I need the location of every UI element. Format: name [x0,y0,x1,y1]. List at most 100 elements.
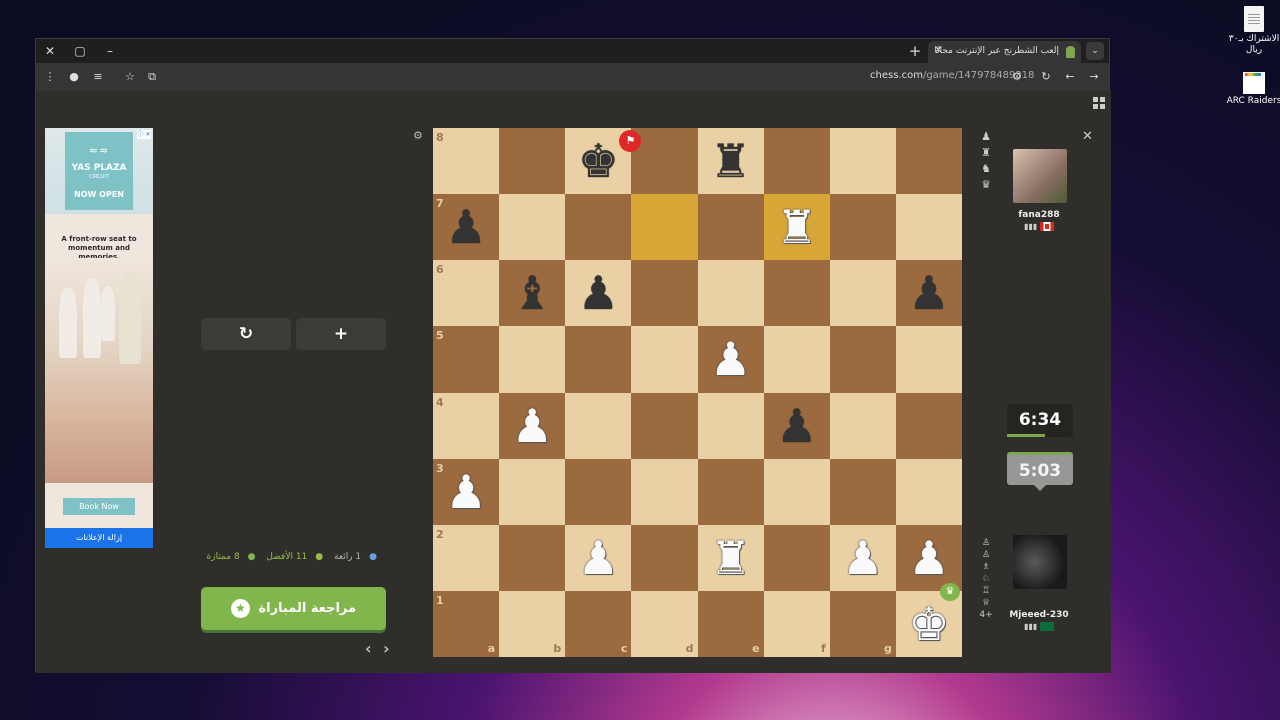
square-b1[interactable]: b [499,590,566,657]
square-d5[interactable] [631,326,698,393]
chess-board[interactable]: 8 ♚ ⚑ ♜ 7 ♟ ♜ 6 ♝ ♟ ♟ 5 ♟ 4 ♟ ♟ 3 ♟ 2 ♟ ♜ ♟ ♟ 1 a b c d e f g ♚ ♛ [433,128,962,657]
square-e2[interactable]: ♜ [697,524,764,591]
white-pawn-icon[interactable]: ♟ [512,403,553,449]
square-f8[interactable] [763,128,830,195]
square-d4[interactable] [631,392,698,459]
square-f6[interactable] [763,260,830,327]
square-e4[interactable] [697,392,764,459]
bottom-player-avatar[interactable] [1013,535,1067,589]
square-b8[interactable] [499,128,566,195]
square-g2[interactable]: ♟ [829,524,896,591]
square-a2[interactable]: 2 [433,524,500,591]
menu-dots-icon[interactable]: ⋮ [42,69,58,85]
desktop-icon-arc-raiders[interactable]: ARC Raiders [1224,72,1280,107]
square-e1[interactable]: e [697,590,764,657]
square-b4[interactable]: ♟ [499,392,566,459]
white-pawn-icon[interactable]: ♟ [842,535,883,581]
square-h8[interactable] [895,128,962,195]
white-pawn-icon[interactable]: ♟ [445,469,486,515]
black-bishop-icon[interactable]: ♝ [512,270,553,316]
square-b2[interactable] [499,524,566,591]
game-review-button[interactable]: مراجعة المباراة ★ [201,587,386,630]
square-f2[interactable] [763,524,830,591]
square-c6[interactable]: ♟ [565,260,632,327]
board-settings-gear-icon[interactable]: ⚙ [413,129,423,142]
square-d7[interactable] [631,194,698,261]
black-pawn-icon[interactable]: ♟ [578,270,619,316]
square-e5[interactable]: ♟ [697,326,764,393]
browser-tab[interactable]: ✕ إلعب الشطرنج عبر الإنترنت مجانًا [928,41,1081,63]
square-g1[interactable]: g [829,590,896,657]
black-pawn-icon[interactable]: ♟ [908,270,949,316]
top-player-name[interactable]: fana288 [1004,210,1074,220]
next-arrow-icon[interactable]: › [383,639,390,658]
desktop-icon-subscription[interactable]: الاشتراك بـ٣٠ ريال [1224,6,1280,56]
reading-list-icon[interactable]: ≡ [90,69,106,85]
square-e7[interactable] [697,194,764,261]
square-c4[interactable] [565,392,632,459]
site-settings-icon[interactable]: ⚙ [1009,69,1025,85]
square-a1[interactable]: 1a [433,590,500,657]
maximize-window-icon[interactable]: ▢ [71,42,89,60]
square-h7[interactable] [895,194,962,261]
square-g6[interactable] [829,260,896,327]
square-e6[interactable] [697,260,764,327]
remove-ads-button[interactable]: إزالة الإعلانات [45,528,153,548]
minimize-window-icon[interactable]: – [101,42,119,60]
square-d3[interactable] [631,458,698,525]
square-c2[interactable]: ♟ [565,524,632,591]
white-pawn-icon[interactable]: ♟ [710,336,751,382]
square-c8[interactable]: ♚ ⚑ [565,128,642,195]
square-g5[interactable] [829,326,896,393]
square-f4[interactable]: ♟ [763,392,830,459]
install-app-icon[interactable]: ⧉ [144,69,160,85]
square-a7[interactable]: 7 ♟ [433,194,500,261]
white-rook-icon[interactable]: ♜ [776,204,817,250]
square-d8[interactable] [631,128,698,195]
square-h5[interactable] [895,326,962,393]
square-d2[interactable] [631,524,698,591]
square-c5[interactable] [565,326,632,393]
square-a6[interactable]: 6 [433,260,500,327]
rematch-button[interactable]: ↻ [201,318,291,350]
close-window-icon[interactable]: ✕ [41,42,59,60]
square-g3[interactable] [829,458,896,525]
square-h3[interactable] [895,458,962,525]
square-c7[interactable] [565,194,632,261]
square-a3[interactable]: 3 ♟ [433,458,500,525]
tab-search-icon[interactable]: ⌄ [1086,42,1104,60]
square-f1[interactable]: f [763,590,830,657]
square-b6[interactable]: ♝ [499,260,566,327]
apps-grid-icon[interactable] [1093,97,1105,109]
square-h2[interactable]: ♟ [895,524,962,591]
black-rook-icon[interactable]: ♜ [710,138,751,184]
square-e8[interactable]: ♜ [697,128,764,195]
forward-arrow-icon[interactable]: ← [1062,69,1078,85]
bookmark-star-icon[interactable]: ☆ [122,69,138,85]
square-d6[interactable] [631,260,698,327]
black-king-icon[interactable]: ♚ [578,138,619,184]
new-tab-button[interactable]: + [906,42,924,60]
square-b7[interactable] [499,194,566,261]
adchoices-icon[interactable]: ⓘ ✕ [137,130,151,139]
square-h6[interactable]: ♟ [895,260,962,327]
new-game-button[interactable]: + [296,318,386,350]
square-h4[interactable] [895,392,962,459]
square-h1[interactable]: ♚ ♛ [895,582,962,657]
square-a4[interactable]: 4 [433,392,500,459]
square-g8[interactable] [829,128,896,195]
square-b5[interactable] [499,326,566,393]
white-king-icon[interactable]: ♚ [908,601,949,647]
back-arrow-icon[interactable]: → [1086,69,1102,85]
square-d1[interactable]: d [631,590,698,657]
close-panel-icon[interactable]: ✕ [1082,129,1093,144]
black-pawn-icon[interactable]: ♟ [776,403,817,449]
bottom-player-name[interactable]: Mjeeed-230 [1004,610,1074,620]
square-g4[interactable] [829,392,896,459]
profile-icon[interactable]: ● [66,69,82,85]
square-a8[interactable]: 8 [433,128,500,195]
advertisement[interactable]: ≈≈ YAS PLAZA CIRCUIT NOW OPEN ⓘ ✕ A fron… [45,128,153,548]
square-e3[interactable] [697,458,764,525]
square-c1[interactable]: c [565,590,632,657]
top-player-avatar[interactable] [1013,149,1067,203]
